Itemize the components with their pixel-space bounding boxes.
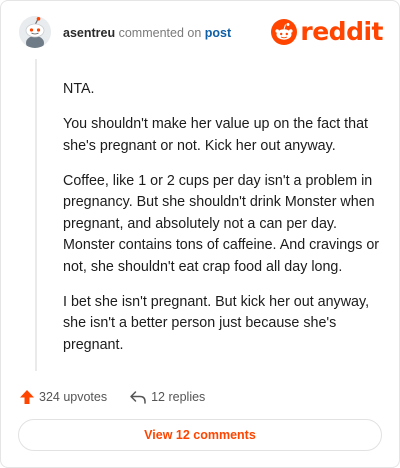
view-comments-button[interactable]: View 12 comments <box>18 419 382 451</box>
comment-paragraph: NTA. <box>63 81 95 97</box>
reply-count: 12 replies <box>151 390 206 404</box>
comment-card: asentreu commented on post reddit NTA. Y… <box>0 0 400 468</box>
reply-button[interactable]: 12 replies <box>129 389 205 405</box>
reply-arrow-icon <box>130 391 146 404</box>
user-avatar-icon[interactable] <box>19 16 51 48</box>
comment-header: asentreu commented on post reddit <box>19 16 383 52</box>
upvote-count: 324 upvotes <box>39 390 108 404</box>
comment-byline: asentreu commented on post <box>63 26 231 40</box>
post-link[interactable]: post <box>205 26 231 40</box>
comment-paragraph: I bet she isn't pregnant. But kick her o… <box>63 293 370 353</box>
reddit-wordmark: reddit <box>300 17 383 46</box>
byline-action-text: commented on <box>118 26 202 40</box>
comment-body: NTA. You shouldn't make her value up on … <box>63 79 383 370</box>
comment-actions: 324 upvotes 12 replies <box>19 387 227 407</box>
upvote-button[interactable]: 324 upvotes <box>19 389 107 405</box>
reddit-snoo-icon <box>271 19 298 45</box>
thread-line <box>35 59 37 371</box>
username-link[interactable]: asentreu <box>63 26 115 40</box>
comment-paragraph: You shouldn't make her value up on the f… <box>63 116 369 154</box>
comment-paragraph: Coffee, like 1 or 2 cups per day isn't a… <box>63 172 380 275</box>
reddit-logo[interactable]: reddit <box>271 18 383 46</box>
upvote-arrow-icon <box>20 390 34 404</box>
